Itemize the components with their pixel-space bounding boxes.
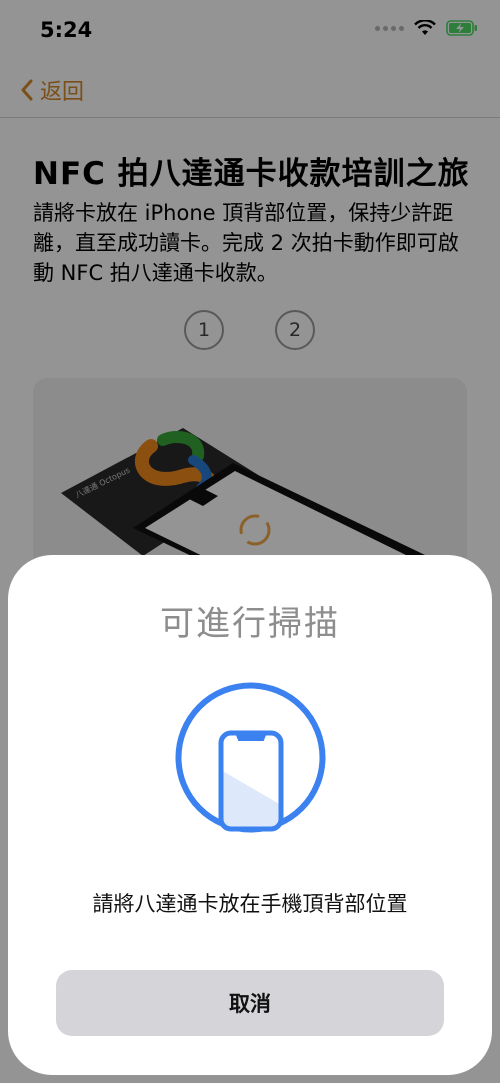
scan-sheet-title: 可進行掃描 xyxy=(160,604,340,644)
phone-scan-icon xyxy=(175,682,326,833)
nfc-training-page: 5:24 返回 NFC 拍八達通卡收款培訓之旅 請將卡放在 iPhone 頂背部… xyxy=(0,0,500,1083)
scan-instruction: 請將八達通卡放在手機頂背部位置 xyxy=(92,892,408,916)
cancel-button[interactable]: 取消 xyxy=(56,970,444,1036)
